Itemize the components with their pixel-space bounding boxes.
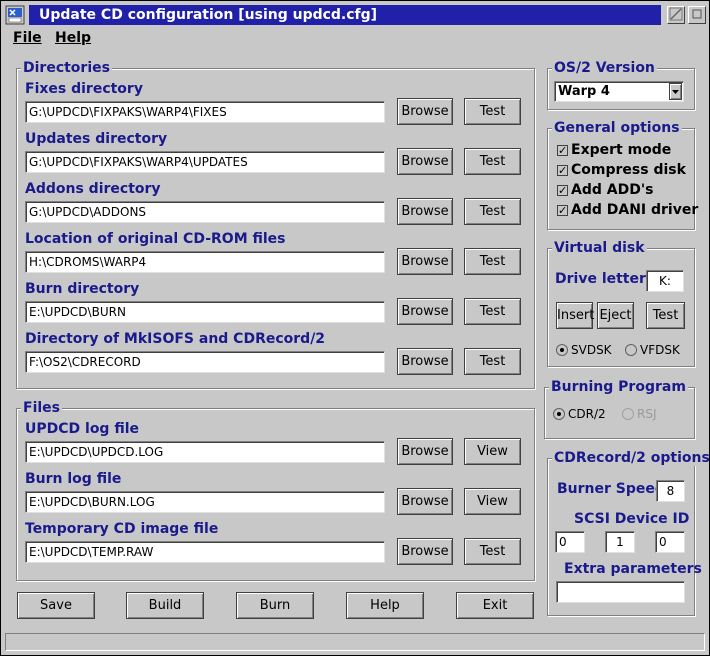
files-row-label: Burn log file xyxy=(25,471,122,487)
build-button[interactable]: Build xyxy=(126,592,204,619)
directories-path-input[interactable]: H:\CDROMS\WARP4 xyxy=(25,251,385,273)
burning-program-title: Burning Program xyxy=(549,379,688,395)
test-button[interactable]: Test xyxy=(464,248,521,275)
exit-button[interactable]: Exit xyxy=(456,592,534,619)
browse-button[interactable]: Browse xyxy=(397,248,453,275)
test-button[interactable]: Test xyxy=(464,198,521,225)
extra-parameters-label: Extra parameters xyxy=(564,561,702,577)
files-path-input[interactable]: E:\UPDCD\TEMP.RAW xyxy=(25,541,385,563)
check-mark-icon: ✓ xyxy=(558,184,568,197)
drive-letter-label: Drive letter xyxy=(555,271,646,287)
scsi-lun-input[interactable]: 0 xyxy=(655,531,685,553)
test-button[interactable]: Test xyxy=(464,538,521,565)
burner-speed-input[interactable]: 8 xyxy=(656,480,685,502)
view-button[interactable]: View xyxy=(464,438,521,465)
test-button[interactable]: Test xyxy=(464,348,521,375)
burn-button[interactable]: Burn xyxy=(236,592,314,619)
browse-button[interactable]: Browse xyxy=(397,488,453,515)
files-path-input[interactable]: E:\UPDCD\UPDCD.LOG xyxy=(25,441,385,463)
drive-letter-input[interactable]: K: xyxy=(646,270,684,292)
menu-help-label: Help xyxy=(55,30,92,46)
menu-file-label: File xyxy=(13,30,42,46)
scsi-target-input[interactable]: 1 xyxy=(605,531,635,553)
scsi-bus-input[interactable]: 0 xyxy=(555,531,585,553)
check-mark-icon: ✓ xyxy=(558,164,568,177)
option-checkbox[interactable]: ✓ xyxy=(557,165,568,176)
virtual-disk-test-button[interactable]: Test xyxy=(646,302,685,329)
menu-help[interactable]: Help xyxy=(55,29,91,47)
extra-parameters-input[interactable] xyxy=(556,581,685,603)
rsj-radio xyxy=(622,408,634,420)
cdrecord-options-title: CDRecord/2 options xyxy=(552,450,710,466)
directories-title: Directories xyxy=(21,60,112,76)
directories-row-label: Burn directory xyxy=(25,281,140,297)
help-button[interactable]: Help xyxy=(346,592,424,619)
directories-path-input[interactable]: E:\UPDCD\BURN xyxy=(25,301,385,323)
browse-button[interactable]: Browse xyxy=(397,298,453,325)
test-button[interactable]: Test xyxy=(464,148,521,175)
option-label: Expert mode xyxy=(571,142,672,158)
option-checkbox[interactable]: ✓ xyxy=(557,205,568,216)
directories-path-input[interactable]: F:\OS2\CDRECORD xyxy=(25,351,385,373)
option-label: Add DANI driver xyxy=(571,202,699,218)
option-label: Compress disk xyxy=(571,162,686,178)
directories-row-label: Location of original CD-ROM files xyxy=(25,231,286,247)
directories-path-input[interactable]: G:\UPDCD\FIXPAKS\WARP4\FIXES xyxy=(25,101,385,123)
option-checkbox[interactable]: ✓ xyxy=(557,145,568,156)
browse-button[interactable]: Browse xyxy=(397,538,453,565)
general-options-title: General options xyxy=(552,120,682,136)
directories-row-label: Fixes directory xyxy=(25,81,143,97)
check-mark-icon: ✓ xyxy=(558,144,568,157)
directories-row-label: Directory of MkISOFS and CDRecord/2 xyxy=(25,331,326,347)
virtual-disk-title: Virtual disk xyxy=(552,240,647,256)
chevron-down-icon[interactable] xyxy=(669,83,682,100)
window-title: Update CD configuration [using updcd.cfg… xyxy=(29,5,661,25)
svdsk-label: SVDSK xyxy=(571,343,612,357)
os2-version-title: OS/2 Version xyxy=(552,60,657,76)
directories-path-input[interactable]: G:\UPDCD\FIXPAKS\WARP4\UPDATES xyxy=(25,151,385,173)
files-row-label: UPDCD log file xyxy=(25,421,140,437)
directories-row-label: Updates directory xyxy=(25,131,168,147)
files-title: Files xyxy=(21,400,62,416)
cdr2-radio[interactable] xyxy=(553,408,565,420)
test-button[interactable]: Test xyxy=(464,298,521,325)
browse-button[interactable]: Browse xyxy=(397,98,453,125)
test-button[interactable]: Test xyxy=(464,98,521,125)
check-mark-icon: ✓ xyxy=(558,204,568,217)
browse-button[interactable]: Browse xyxy=(397,198,453,225)
title-bar[interactable]: Update CD configuration [using updcd.cfg… xyxy=(1,1,709,29)
main-window: Update CD configuration [using updcd.cfg… xyxy=(0,0,710,656)
os2-version-value: Warp 4 xyxy=(558,84,610,99)
os2-version-select[interactable]: Warp 4 xyxy=(554,81,684,102)
vfdsk-label: VFDSK xyxy=(640,343,680,357)
minimize-icon[interactable] xyxy=(667,6,685,24)
scsi-device-id-label: SCSI Device ID xyxy=(574,511,690,527)
files-row-label: Temporary CD image file xyxy=(25,521,219,537)
directories-path-input[interactable]: G:\UPDCD\ADDONS xyxy=(25,201,385,223)
option-label: Add ADD's xyxy=(571,182,654,198)
directories-row-label: Addons directory xyxy=(25,181,161,197)
browse-button[interactable]: Browse xyxy=(397,148,453,175)
files-path-input[interactable]: E:\UPDCD\BURN.LOG xyxy=(25,491,385,513)
eject-button[interactable]: Eject xyxy=(597,302,634,329)
svdsk-radio[interactable] xyxy=(556,344,568,356)
insert-button[interactable]: Insert xyxy=(556,302,594,329)
browse-button[interactable]: Browse xyxy=(397,438,453,465)
option-checkbox[interactable]: ✓ xyxy=(557,185,568,196)
menu-file[interactable]: File xyxy=(13,29,42,47)
vfdsk-radio[interactable] xyxy=(625,344,637,356)
burner-speed-label: Burner Speed xyxy=(557,481,665,497)
view-button[interactable]: View xyxy=(464,488,521,515)
cdr2-label: CDR/2 xyxy=(568,407,606,421)
system-menu-icon[interactable] xyxy=(5,5,25,25)
status-bar xyxy=(5,633,705,651)
maximize-icon[interactable] xyxy=(688,6,706,24)
save-button[interactable]: Save xyxy=(17,592,95,619)
browse-button[interactable]: Browse xyxy=(397,348,453,375)
rsj-label: RSJ xyxy=(637,407,657,421)
